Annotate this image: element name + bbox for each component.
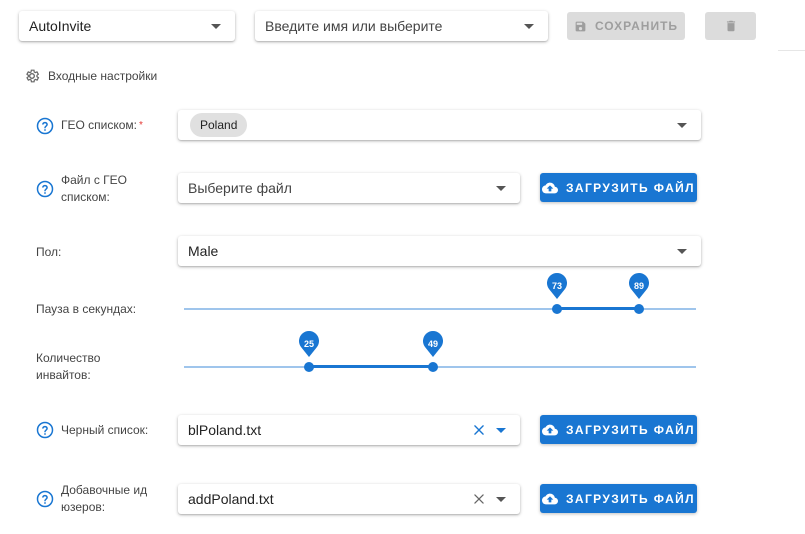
extra-ids-label-line1: Добавочные ид bbox=[61, 483, 148, 497]
save-button-label: СОХРАНИТЬ bbox=[594, 19, 679, 33]
clear-icon[interactable] bbox=[472, 423, 486, 437]
chevron-down-icon bbox=[677, 248, 687, 254]
help-icon[interactable] bbox=[36, 490, 54, 508]
required-mark: * bbox=[139, 120, 143, 131]
geo-file-select[interactable]: Выберите файл bbox=[178, 173, 520, 203]
gender-select[interactable]: Male bbox=[178, 236, 701, 266]
chevron-down-icon bbox=[496, 427, 506, 433]
invites-label-line1: Количество bbox=[36, 351, 101, 365]
name-select-placeholder: Введите имя или выберите bbox=[265, 18, 443, 34]
gear-icon bbox=[26, 69, 40, 83]
clear-icon[interactable] bbox=[472, 492, 486, 506]
save-button[interactable]: СОХРАНИТЬ bbox=[567, 12, 685, 40]
blacklist-select[interactable]: blPoland.txt bbox=[178, 415, 520, 445]
cloud-upload-icon bbox=[542, 182, 558, 193]
extra-ids-upload-button[interactable]: ЗАГРУЗИТЬ ФАЙЛ bbox=[540, 484, 697, 513]
pause-slider-range bbox=[557, 307, 639, 310]
invites-max-thumb[interactable] bbox=[428, 362, 438, 372]
extra-ids-label-line2: юзеров: bbox=[61, 500, 106, 514]
geo-file-upload-label: ЗАГРУЗИТЬ ФАЙЛ bbox=[566, 180, 695, 195]
geo-file-label: Файл с ГЕО списком: bbox=[61, 172, 127, 206]
geo-file-upload-button[interactable]: ЗАГРУЗИТЬ ФАЙЛ bbox=[540, 173, 697, 202]
invites-max-value: 49 bbox=[427, 339, 438, 349]
help-icon[interactable] bbox=[36, 421, 54, 439]
chevron-down-icon bbox=[496, 496, 506, 502]
profile-select[interactable]: AutoInvite bbox=[19, 11, 235, 41]
invites-slider-range bbox=[309, 365, 433, 368]
blacklist-upload-button[interactable]: ЗАГРУЗИТЬ ФАЙЛ bbox=[540, 415, 697, 444]
name-select[interactable]: Введите имя или выберите bbox=[255, 11, 548, 41]
blacklist-upload-label: ЗАГРУЗИТЬ ФАЙЛ bbox=[566, 422, 695, 437]
extra-ids-upload-label: ЗАГРУЗИТЬ ФАЙЛ bbox=[566, 491, 695, 506]
pause-max-value: 89 bbox=[633, 281, 644, 291]
help-icon[interactable] bbox=[36, 117, 54, 135]
invites-min-value: 25 bbox=[303, 339, 314, 349]
delete-button[interactable] bbox=[705, 12, 756, 40]
chevron-down-icon bbox=[211, 23, 221, 29]
gender-value: Male bbox=[188, 243, 219, 259]
geo-file-label-line2: списком: bbox=[61, 190, 110, 204]
geo-file-label-line1: Файл с ГЕО bbox=[61, 173, 128, 187]
pause-label: Пауза в секундах: bbox=[36, 302, 137, 316]
help-icon[interactable] bbox=[36, 180, 54, 198]
section-title-text: Входные настройки bbox=[48, 69, 158, 83]
trash-icon bbox=[726, 20, 735, 32]
geo-list-label-text: ГЕО списком: bbox=[61, 118, 138, 132]
invites-slider-track[interactable] bbox=[184, 366, 696, 368]
pause-min-value: 73 bbox=[551, 281, 562, 291]
geo-list-label: ГЕО списком: * bbox=[61, 117, 143, 134]
geo-chip[interactable]: Poland bbox=[190, 113, 248, 137]
geo-file-placeholder: Выберите файл bbox=[188, 180, 292, 196]
chevron-down-icon bbox=[496, 185, 506, 191]
save-icon bbox=[575, 21, 586, 31]
pause-max-thumb[interactable] bbox=[634, 304, 644, 314]
blacklist-value: blPoland.txt bbox=[188, 422, 262, 438]
cloud-upload-icon bbox=[542, 424, 558, 435]
extra-ids-select[interactable]: addPoland.txt bbox=[178, 484, 520, 514]
blacklist-label: Черный список: bbox=[61, 423, 149, 437]
gender-label: Пол: bbox=[36, 245, 62, 259]
pause-min-thumb[interactable] bbox=[552, 304, 562, 314]
geo-list-select[interactable]: Poland bbox=[178, 110, 701, 140]
section-title: Входные настройки bbox=[24, 68, 157, 84]
cloud-upload-icon bbox=[542, 493, 558, 504]
chevron-down-icon bbox=[677, 122, 687, 128]
invites-label: Количество инвайтов: bbox=[36, 350, 100, 384]
invites-label-line2: инвайтов: bbox=[36, 368, 91, 382]
chevron-down-icon bbox=[524, 23, 534, 29]
invites-min-thumb[interactable] bbox=[304, 362, 314, 372]
extra-ids-label: Добавочные ид юзеров: bbox=[61, 482, 147, 516]
divider bbox=[778, 50, 805, 51]
profile-select-value: AutoInvite bbox=[29, 18, 92, 34]
extra-ids-value: addPoland.txt bbox=[188, 491, 274, 507]
